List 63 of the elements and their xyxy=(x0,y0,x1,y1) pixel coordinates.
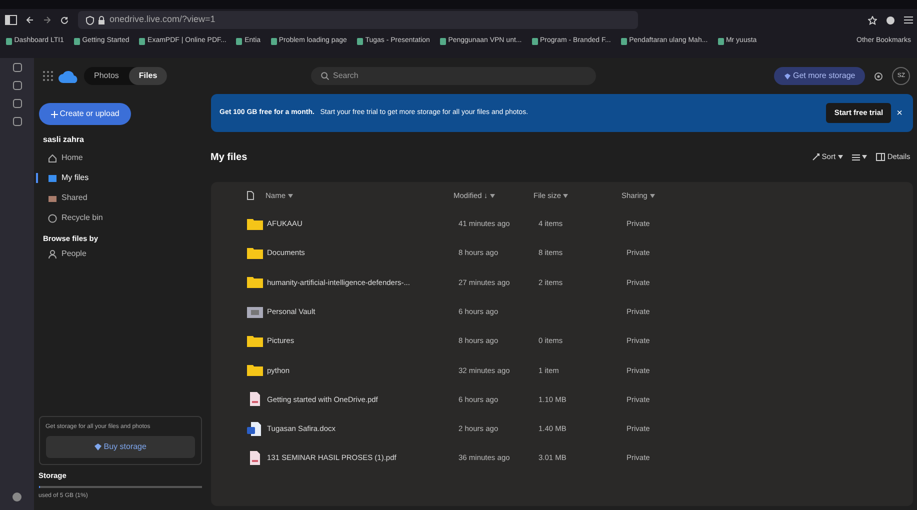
page-icon xyxy=(356,38,363,44)
sort-icon xyxy=(812,153,820,161)
recycle-bin-icon xyxy=(48,214,57,223)
folder-icon xyxy=(48,174,57,183)
search-field[interactable]: Search xyxy=(310,67,596,85)
caret-icon xyxy=(490,194,495,198)
search-icon xyxy=(320,72,328,80)
caret-icon xyxy=(650,194,655,198)
plus-icon xyxy=(50,110,58,118)
url-text: onedrive.live.com/?view=1 xyxy=(110,13,216,26)
page-icon xyxy=(236,38,242,44)
folder-icon xyxy=(246,216,262,231)
caret-icon xyxy=(862,155,868,159)
nav-item[interactable]: Recycle bin xyxy=(34,208,117,228)
page-icon xyxy=(440,38,446,44)
page-icon xyxy=(718,38,724,44)
create-upload-button[interactable]: Create or upload xyxy=(38,103,132,125)
list-view-icon xyxy=(852,154,860,160)
folder-icon xyxy=(246,334,262,348)
page-title: My files xyxy=(210,150,248,164)
folder-icon xyxy=(246,363,262,378)
buy-storage-button[interactable]: Buy storage xyxy=(46,436,194,458)
shared-icon xyxy=(48,194,57,203)
folder-icon xyxy=(246,275,262,290)
nav-item[interactable]: People xyxy=(34,244,100,264)
cloud-icon xyxy=(58,70,80,82)
app-tab[interactable]: Files xyxy=(128,67,168,85)
details-icon xyxy=(876,153,886,161)
nav-item[interactable]: Shared xyxy=(34,188,102,208)
sidebar-toggle-icon[interactable] xyxy=(4,15,16,25)
caret-icon xyxy=(563,194,568,198)
forward-icon[interactable] xyxy=(42,16,50,24)
nav-item[interactable]: Home xyxy=(34,148,97,168)
page-icon xyxy=(139,38,146,44)
menu-icon[interactable] xyxy=(904,16,912,24)
user-name: sasli zahra xyxy=(42,134,85,146)
file-type-icon xyxy=(246,191,254,200)
get-more-storage-button[interactable]: Get more storage xyxy=(774,67,866,85)
vault-icon xyxy=(246,304,262,319)
back-icon[interactable] xyxy=(26,16,34,24)
page-icon xyxy=(532,38,538,44)
search-placeholder: Search xyxy=(333,70,358,82)
close-button[interactable]: × xyxy=(896,104,904,122)
lock-icon xyxy=(98,16,105,24)
diamond-icon xyxy=(94,443,102,452)
page-icon xyxy=(74,38,80,44)
home-icon xyxy=(48,154,57,163)
app-tab[interactable]: Photos xyxy=(84,67,129,85)
page-icon xyxy=(6,38,12,44)
view-button[interactable] xyxy=(852,154,868,160)
page-icon xyxy=(620,38,627,44)
caret-icon xyxy=(838,155,843,159)
diamond-icon xyxy=(784,72,791,80)
page-icon xyxy=(270,38,277,44)
caret-icon xyxy=(288,194,293,198)
star-icon[interactable] xyxy=(868,16,876,24)
address-bar[interactable]: onedrive.live.com/?view=1 xyxy=(78,11,638,29)
word-file-icon xyxy=(246,422,262,436)
nav-item[interactable]: My files xyxy=(34,168,103,188)
app-launcher-icon[interactable] xyxy=(43,71,53,81)
person-icon xyxy=(48,250,57,258)
folder-icon xyxy=(246,246,262,260)
reload-icon[interactable] xyxy=(60,16,68,24)
